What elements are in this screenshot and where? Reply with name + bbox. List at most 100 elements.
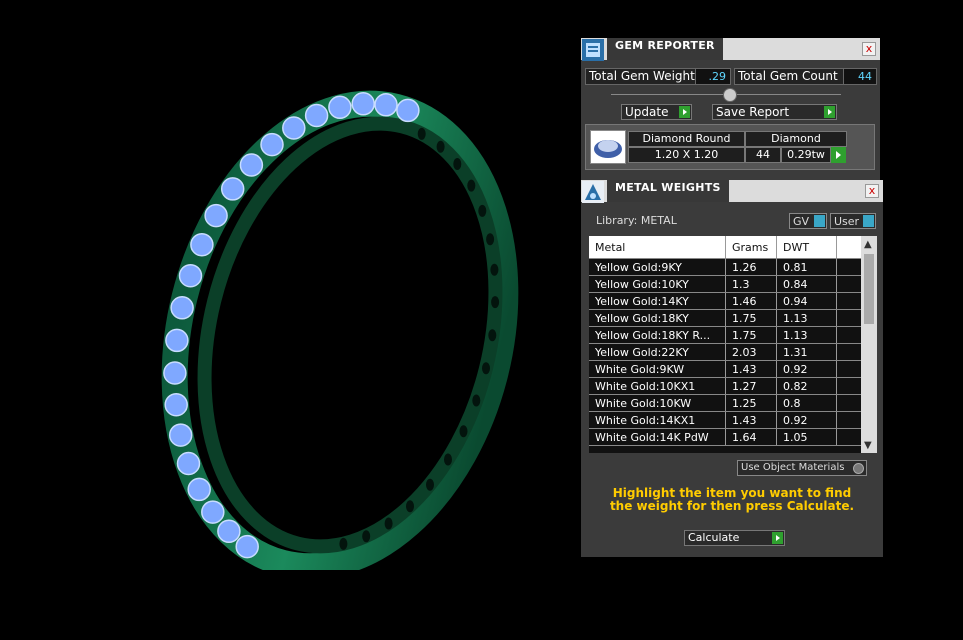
empty-cell: [836, 377, 862, 395]
play-icon: [836, 151, 841, 159]
grams-cell: 1.75: [725, 309, 777, 327]
use-object-materials-label: Use Object Materials: [741, 462, 845, 473]
metal-weights-close-icon[interactable]: x: [865, 184, 879, 198]
empty-cell: [836, 326, 862, 344]
scroll-thumb[interactable]: [864, 254, 874, 324]
grams-cell: 1.43: [725, 411, 777, 429]
table-row[interactable]: White Gold:9KW 1.43 0.92: [589, 360, 862, 378]
table-row[interactable]: White Gold:14KX1 1.43 0.92: [589, 411, 862, 429]
ring-viewport-render: [161, 90, 519, 570]
table-row[interactable]: Yellow Gold:9KY 1.26 0.81: [589, 258, 862, 276]
use-object-materials-toggle[interactable]: Use Object Materials: [737, 460, 867, 476]
ring-hole: [436, 140, 445, 153]
play-icon: [824, 106, 835, 118]
dwt-cell: 0.94: [776, 292, 837, 310]
dwt-cell: 0.84: [776, 275, 837, 293]
toggle-circle-icon: [853, 463, 864, 474]
gem-stone: [396, 98, 420, 123]
metal-cell: White Gold:14KX1: [589, 411, 726, 429]
gem-reporter-title: GEM REPORTER: [607, 38, 723, 60]
metal-cell: Yellow Gold:22KY: [589, 343, 726, 361]
table-row[interactable]: Yellow Gold:22KY 2.03 1.31: [589, 343, 862, 361]
dwt-cell: 1.31: [776, 343, 837, 361]
ring-hole: [384, 517, 393, 530]
table-row[interactable]: Yellow Gold:18KY 1.75 1.13: [589, 309, 862, 327]
grams-cell: 1.75: [725, 326, 777, 344]
metal-weights-title: METAL WEIGHTS: [607, 180, 729, 202]
metal-weights-panel: METAL WEIGHTS x Library: METAL GV User M…: [581, 180, 883, 557]
info-icon: [814, 215, 825, 227]
gv-toggle[interactable]: GV: [789, 213, 827, 229]
dwt-cell: 1.13: [776, 326, 837, 344]
empty-cell: [836, 343, 862, 361]
metal-cell: White Gold:10KX1: [589, 377, 726, 395]
metal-table: Metal Grams DWT Yellow Gold:9KY 1.26 0.81 Y…: [589, 236, 862, 446]
dwt-column-header[interactable]: DWT: [776, 236, 837, 259]
empty-cell: [836, 360, 862, 378]
gem-reporter-titlebar[interactable]: GEM REPORTER x: [581, 38, 880, 61]
gem-thumbnail[interactable]: [590, 130, 626, 164]
dwt-cell: 0.81: [776, 258, 837, 276]
ring-hole: [486, 233, 495, 246]
gem-material-cell[interactable]: Diamond: [745, 131, 847, 147]
gem-weight-cell[interactable]: 0.29tw: [781, 147, 831, 163]
gem-stone: [165, 328, 189, 353]
diamond-round-icon: [594, 140, 622, 158]
splitter-handle[interactable]: [723, 88, 737, 102]
gv-toggle-label: GV: [793, 215, 810, 228]
metal-cell: Yellow Gold:9KY: [589, 258, 726, 276]
ring-hole: [426, 478, 434, 491]
table-row[interactable]: White Gold:14K PdW 1.64 1.05: [589, 428, 862, 446]
metal-column-header[interactable]: Metal: [589, 236, 726, 259]
dwt-cell: 0.92: [776, 360, 837, 378]
ring-hole: [467, 179, 476, 192]
gem-stone: [176, 451, 201, 476]
metal-weights-titlebar[interactable]: METAL WEIGHTS x: [581, 180, 883, 203]
gem-stone: [282, 116, 306, 140]
table-row[interactable]: Yellow Gold:14KY 1.46 0.94: [589, 292, 862, 310]
gem-stone: [204, 203, 228, 228]
gem-shape-cell[interactable]: Diamond Round: [628, 131, 745, 147]
dwt-cell: 0.92: [776, 411, 837, 429]
table-row[interactable]: Yellow Gold:18KY R... 1.75 1.13: [589, 326, 862, 344]
gem-stone: [187, 477, 211, 502]
ring-hole: [453, 158, 462, 170]
metal-cell: Yellow Gold:18KY: [589, 309, 726, 327]
gem-stone: [351, 92, 375, 116]
table-row[interactable]: White Gold:10KW 1.25 0.8: [589, 394, 862, 412]
gem-stone: [220, 177, 245, 201]
empty-cell: [836, 411, 862, 429]
scroll-down-icon[interactable]: ▼: [864, 440, 872, 451]
user-toggle[interactable]: User: [830, 213, 876, 229]
user-toggle-label: User: [834, 215, 860, 228]
grams-cell: 1.46: [725, 292, 777, 310]
save-report-button[interactable]: Save Report: [712, 104, 837, 120]
gem-stone: [201, 500, 225, 524]
empty-cell: [836, 258, 862, 276]
empty-cell: [836, 309, 862, 327]
calculate-button[interactable]: Calculate: [684, 530, 785, 546]
grams-column-header[interactable]: Grams: [725, 236, 777, 259]
metal-cell: Yellow Gold:14KY: [589, 292, 726, 310]
scroll-up-icon[interactable]: ▲: [864, 239, 872, 250]
empty-cell: [836, 428, 862, 446]
gem-size-cell[interactable]: 1.20 X 1.20: [628, 147, 745, 163]
ring-hole: [459, 425, 468, 438]
metal-table-container[interactable]: Metal Grams DWT Yellow Gold:9KY 1.26 0.81 Y…: [589, 236, 877, 453]
metal-cell: Yellow Gold:18KY R...: [589, 326, 726, 344]
gem-count-cell[interactable]: 44: [745, 147, 781, 163]
metal-cell: White Gold:9KW: [589, 360, 726, 378]
play-icon: [679, 106, 690, 118]
table-row[interactable]: White Gold:10KX1 1.27 0.82: [589, 377, 862, 395]
gem-stone: [328, 95, 352, 120]
grams-cell: 1.27: [725, 377, 777, 395]
gem-row-go-button[interactable]: [831, 147, 846, 163]
update-button[interactable]: Update: [621, 104, 692, 120]
gem-reporter-panel: GEM REPORTER x Total Gem Weight .29 Tota…: [581, 38, 880, 180]
gem-reporter-icon: [582, 39, 604, 61]
ring-hole: [339, 537, 348, 550]
table-scrollbar[interactable]: ▲ ▼: [861, 236, 877, 453]
table-row[interactable]: Yellow Gold:10KY 1.3 0.84: [589, 275, 862, 293]
update-button-label: Update: [625, 105, 669, 119]
gem-reporter-close-icon[interactable]: x: [862, 42, 876, 56]
